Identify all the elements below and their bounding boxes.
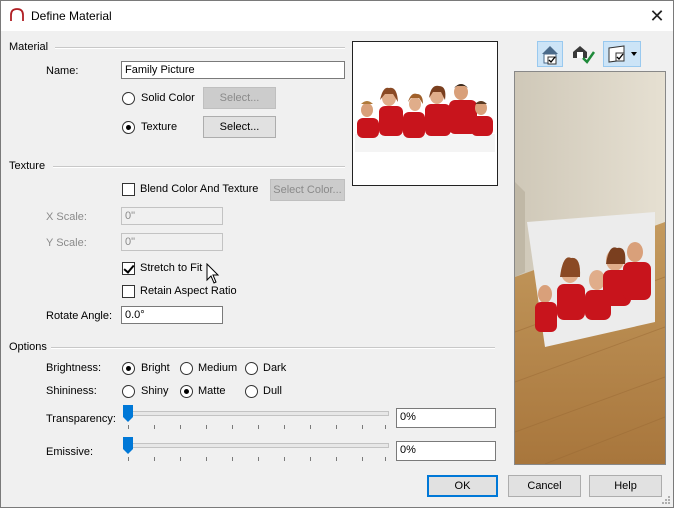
- retain-aspect-checkbox[interactable]: [122, 285, 135, 298]
- brightness-label: Brightness:: [46, 362, 102, 374]
- tick: [154, 425, 155, 429]
- shininess-dull-radio[interactable]: [245, 385, 258, 398]
- brightness-dark-radio[interactable]: [245, 362, 258, 375]
- texture-select-button[interactable]: Select...: [203, 116, 276, 138]
- emissive-track: [125, 443, 389, 448]
- name-label: Name:: [46, 65, 79, 77]
- stretch-to-fit-label: Stretch to Fit: [140, 262, 203, 274]
- brightness-medium-label: Medium: [198, 362, 238, 374]
- tick: [180, 457, 181, 461]
- transparency-label: Transparency:: [46, 413, 116, 425]
- texture-label: Texture: [141, 121, 178, 133]
- shininess-matte-label: Matte: [198, 385, 226, 397]
- rotate-angle-field[interactable]: 0.0°: [121, 306, 223, 324]
- emissive-label: Emissive:: [46, 446, 94, 458]
- help-button[interactable]: Help: [589, 475, 662, 497]
- solid-color-select-button[interactable]: Select...: [203, 87, 276, 109]
- x-scale-field[interactable]: 0": [121, 207, 223, 225]
- tick: [284, 425, 285, 429]
- texture-preview: [352, 41, 498, 186]
- retain-aspect-label: Retain Aspect Ratio: [140, 285, 237, 297]
- cancel-button[interactable]: Cancel: [508, 475, 581, 497]
- tick: [206, 457, 207, 461]
- preview-surface-dropdown[interactable]: [603, 41, 641, 67]
- emissive-thumb[interactable]: [123, 437, 133, 455]
- tick: [128, 457, 129, 461]
- solid-color-label: Solid Color: [141, 92, 195, 104]
- family-picture-thumbnail: [353, 70, 497, 152]
- material-section-label: Material: [9, 41, 49, 53]
- brightness-bright-label: Bright: [141, 362, 170, 374]
- y-scale-label: Y Scale:: [46, 237, 87, 249]
- tick: [206, 425, 207, 429]
- shininess-matte-radio[interactable]: [180, 385, 193, 398]
- brightness-medium-radio[interactable]: [180, 362, 193, 375]
- tick: [310, 457, 311, 461]
- title-bar: Define Material ✕: [1, 1, 673, 31]
- emissive-slider[interactable]: [123, 435, 391, 465]
- check-material-button[interactable]: [570, 41, 596, 67]
- tick: [362, 457, 363, 461]
- rotate-angle-label: Rotate Angle:: [46, 310, 113, 322]
- transparency-track: [125, 411, 389, 416]
- tick: [362, 425, 363, 429]
- shininess-shiny-radio[interactable]: [122, 385, 135, 398]
- check-material-icon: [573, 46, 596, 64]
- tick: [180, 425, 181, 429]
- resize-grip-icon[interactable]: [661, 495, 671, 505]
- shininess-label: Shininess:: [46, 385, 97, 397]
- view-room-button[interactable]: [537, 41, 563, 67]
- brightness-bright-radio[interactable]: [122, 362, 135, 375]
- material-3d-preview[interactable]: [514, 71, 666, 465]
- options-divider: [51, 347, 495, 349]
- ok-button[interactable]: OK: [427, 475, 498, 497]
- blend-color-label: Blend Color And Texture: [140, 183, 259, 195]
- tick: [258, 457, 259, 461]
- tick: [284, 457, 285, 461]
- transparency-field[interactable]: 0%: [396, 408, 496, 428]
- x-scale-label: X Scale:: [46, 211, 87, 223]
- y-scale-field[interactable]: 0": [121, 233, 223, 251]
- tick: [385, 425, 386, 429]
- mouse-cursor-icon: [206, 263, 220, 284]
- window-title: Define Material: [31, 9, 112, 23]
- name-field[interactable]: Family Picture: [121, 61, 345, 79]
- solid-color-radio[interactable]: [122, 92, 135, 105]
- blend-color-checkbox[interactable]: [122, 183, 135, 196]
- texture-section-label: Texture: [9, 160, 46, 172]
- room-render: [515, 72, 665, 464]
- tick: [336, 425, 337, 429]
- define-material-dialog: Define Material ✕ Material Name: Family …: [0, 0, 674, 508]
- tick: [232, 457, 233, 461]
- tick: [310, 425, 311, 429]
- view-room-icon: [542, 46, 558, 65]
- material-divider: [55, 47, 345, 49]
- close-icon[interactable]: ✕: [647, 6, 667, 26]
- shininess-shiny-label: Shiny: [141, 385, 169, 397]
- tick: [336, 457, 337, 461]
- stretch-to-fit-checkbox[interactable]: [122, 262, 135, 275]
- tick: [258, 425, 259, 429]
- transparency-slider[interactable]: [123, 403, 391, 433]
- brightness-dark-label: Dark: [263, 362, 287, 374]
- app-logo-icon: [10, 8, 24, 21]
- tick: [232, 425, 233, 429]
- texture-divider: [53, 166, 345, 168]
- select-color-button[interactable]: Select Color...: [270, 179, 345, 201]
- emissive-field[interactable]: 0%: [396, 441, 496, 461]
- texture-radio[interactable]: [122, 121, 135, 134]
- transparency-thumb[interactable]: [123, 405, 133, 423]
- tick: [154, 457, 155, 461]
- options-section-label: Options: [9, 341, 47, 353]
- tick: [385, 457, 386, 461]
- tick: [128, 425, 129, 429]
- shininess-dull-label: Dull: [263, 385, 282, 397]
- preview-surface-dropdown-icon: [608, 45, 637, 63]
